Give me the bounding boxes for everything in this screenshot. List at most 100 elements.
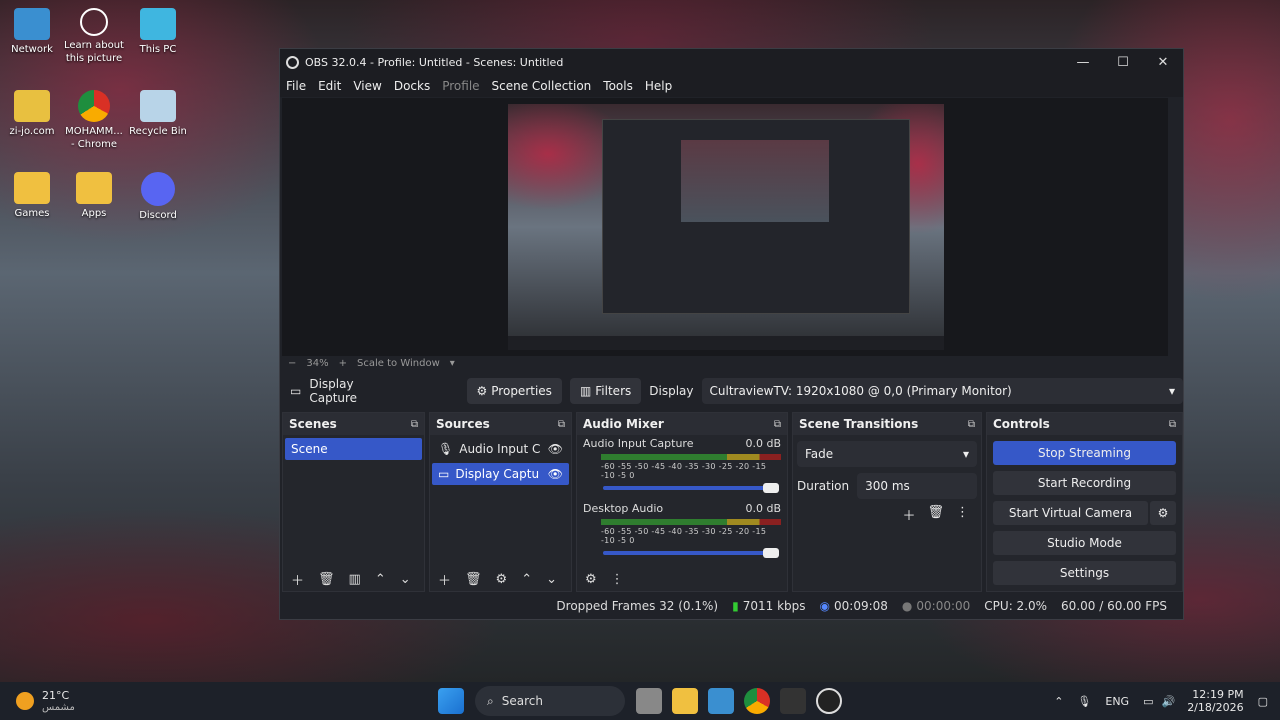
folder-icon: [14, 172, 50, 204]
nested-obs-preview: [602, 119, 910, 314]
arrow-down-icon[interactable]: ⌄: [400, 572, 411, 587]
arrow-up-icon[interactable]: ⌃: [521, 572, 532, 587]
start-recording-button[interactable]: Start Recording: [993, 471, 1176, 495]
duration-label: Duration: [797, 479, 850, 493]
display-icon: ▭: [438, 467, 450, 481]
volume-slider-handle[interactable]: [763, 548, 779, 558]
eye-icon[interactable]: 👁: [548, 467, 563, 481]
filters-button[interactable]: ▥ Filters: [569, 378, 642, 404]
virtual-camera-settings-button[interactable]: ⚙: [1150, 501, 1176, 525]
taskbar-search[interactable]: ⌕ Search: [475, 686, 625, 716]
window-title: OBS 32.0.4 - Profile: Untitled - Scenes:…: [305, 55, 564, 69]
add-icon[interactable]: ＋: [291, 570, 304, 589]
mixer-channel: Audio Input Capture 0.0 dB -60 -55 -50 -4…: [577, 435, 787, 493]
record-icon: ●: [901, 599, 913, 613]
transitions-title: Scene Transitions: [799, 417, 919, 431]
bitrate: 7011 kbps: [742, 599, 806, 613]
preview-area[interactable]: [282, 98, 1168, 356]
meter-scale: -60 -55 -50 -45 -40 -35 -30 -25 -20 -15 …: [601, 462, 767, 480]
search-icon: ⌕: [487, 693, 494, 708]
chrome-icon[interactable]: [744, 688, 770, 714]
studio-mode-button[interactable]: Studio Mode: [993, 531, 1176, 555]
display-select[interactable]: CultraviewTV: 1920x1080 @ 0,0 (Primary M…: [701, 378, 1183, 404]
desktop-icon-learn[interactable]: Learn about this picture: [62, 8, 126, 65]
desktop-icon-apps[interactable]: Apps: [62, 172, 126, 220]
zoom-bar: − 34% + Scale to Window ▾: [288, 355, 465, 371]
obs-taskbar-icon[interactable]: [816, 688, 842, 714]
notification-icon[interactable]: ▢: [1258, 695, 1268, 708]
microphone-icon[interactable]: 🎙: [1077, 695, 1091, 708]
menu-file[interactable]: File: [286, 79, 306, 93]
display-icon: ▭: [290, 384, 302, 398]
windows-start-icon[interactable]: [438, 688, 464, 714]
undock-icon[interactable]: ⧉: [1169, 419, 1176, 430]
start-virtual-camera-button[interactable]: Start Virtual Camera: [993, 501, 1148, 525]
menu-view[interactable]: View: [353, 79, 381, 93]
chevron-up-icon[interactable]: ⌃: [1054, 695, 1063, 708]
properties-button[interactable]: ⚙ Properties: [466, 378, 562, 404]
scale-mode-select[interactable]: Scale to Window: [357, 358, 440, 369]
transition-actions: ＋ 🗑 ⋮: [793, 499, 981, 530]
sources-title: Sources: [436, 417, 490, 431]
arrow-down-icon[interactable]: ⌄: [546, 572, 557, 587]
scene-item[interactable]: Scene: [285, 438, 422, 460]
more-icon[interactable]: ⋮: [956, 505, 969, 524]
chevron-down-icon[interactable]: ▾: [450, 358, 455, 369]
undock-icon[interactable]: ⧉: [558, 419, 565, 430]
zoom-out-button[interactable]: −: [288, 358, 296, 369]
source-item-audio[interactable]: 🎙 Audio Input C 👁: [432, 438, 569, 460]
zoom-in-button[interactable]: +: [339, 358, 347, 369]
store-icon[interactable]: [708, 688, 734, 714]
desktop-icon-chrome[interactable]: MOHAMM... - Chrome: [62, 90, 126, 151]
maximize-button[interactable]: ☐: [1103, 49, 1143, 75]
language-indicator[interactable]: ENG: [1105, 695, 1129, 708]
add-icon[interactable]: ＋: [902, 505, 915, 524]
menu-profile[interactable]: Profile: [442, 79, 479, 93]
network-icon[interactable]: ▭: [1143, 695, 1153, 708]
clock[interactable]: 12:19 PM 2/18/2026: [1187, 688, 1243, 714]
chrome-icon: [78, 90, 110, 122]
eye-icon[interactable]: 👁: [548, 442, 563, 456]
menu-tools[interactable]: Tools: [603, 79, 633, 93]
gear-icon[interactable]: ⚙: [496, 572, 508, 587]
volume-icon[interactable]: 🔊: [1161, 695, 1175, 708]
trash-icon[interactable]: 🗑: [927, 505, 944, 524]
desktop-icon-zijo[interactable]: zi-jo.com: [0, 90, 64, 138]
undock-icon[interactable]: ⧉: [968, 419, 975, 430]
menu-scene-collection[interactable]: Scene Collection: [492, 79, 592, 93]
duration-input[interactable]: 300 ms: [857, 473, 977, 499]
settings-button[interactable]: Settings: [993, 561, 1176, 585]
transition-select[interactable]: Fade ▾: [797, 441, 977, 467]
undock-icon[interactable]: ⧉: [411, 419, 418, 430]
close-button[interactable]: ✕: [1143, 49, 1183, 75]
epic-games-icon[interactable]: [780, 688, 806, 714]
volume-slider-handle[interactable]: [763, 483, 779, 493]
menu-help[interactable]: Help: [645, 79, 672, 93]
filter-icon[interactable]: ▥: [349, 572, 361, 587]
arrow-up-icon[interactable]: ⌃: [375, 572, 386, 587]
more-icon[interactable]: ⋮: [611, 572, 624, 587]
desktop-icon-network[interactable]: Network: [0, 8, 64, 56]
volume-slider[interactable]: [603, 548, 779, 558]
desktop-icon-games[interactable]: Games: [0, 172, 64, 220]
file-explorer-icon[interactable]: [672, 688, 698, 714]
minimize-button[interactable]: —: [1063, 49, 1103, 75]
task-view-icon[interactable]: [636, 688, 662, 714]
menu-docks[interactable]: Docks: [394, 79, 430, 93]
gear-icon[interactable]: ⚙: [585, 572, 597, 587]
stop-streaming-button[interactable]: Stop Streaming: [993, 441, 1176, 465]
transition-value: Fade: [805, 447, 834, 461]
source-item-display[interactable]: ▭ Display Captu 👁: [432, 463, 569, 485]
menu-edit[interactable]: Edit: [318, 79, 341, 93]
trash-icon[interactable]: 🗑: [318, 572, 335, 587]
desktop-icon-recycle[interactable]: Recycle Bin: [126, 90, 190, 138]
desktop-icon-discord[interactable]: Discord: [126, 172, 190, 222]
mixer-channel: Desktop Audio 0.0 dB -60 -55 -50 -45 -40 …: [577, 500, 787, 558]
weather-widget[interactable]: 21°C مشمس: [16, 689, 376, 713]
source-toolbar: ▭ Display Capture ⚙ Properties ▥ Filters D…: [280, 375, 1183, 407]
add-icon[interactable]: ＋: [438, 570, 451, 589]
desktop-icon-thispc[interactable]: This PC: [126, 8, 190, 56]
trash-icon[interactable]: 🗑: [465, 572, 482, 587]
volume-slider[interactable]: [603, 483, 779, 493]
undock-icon[interactable]: ⧉: [774, 419, 781, 430]
